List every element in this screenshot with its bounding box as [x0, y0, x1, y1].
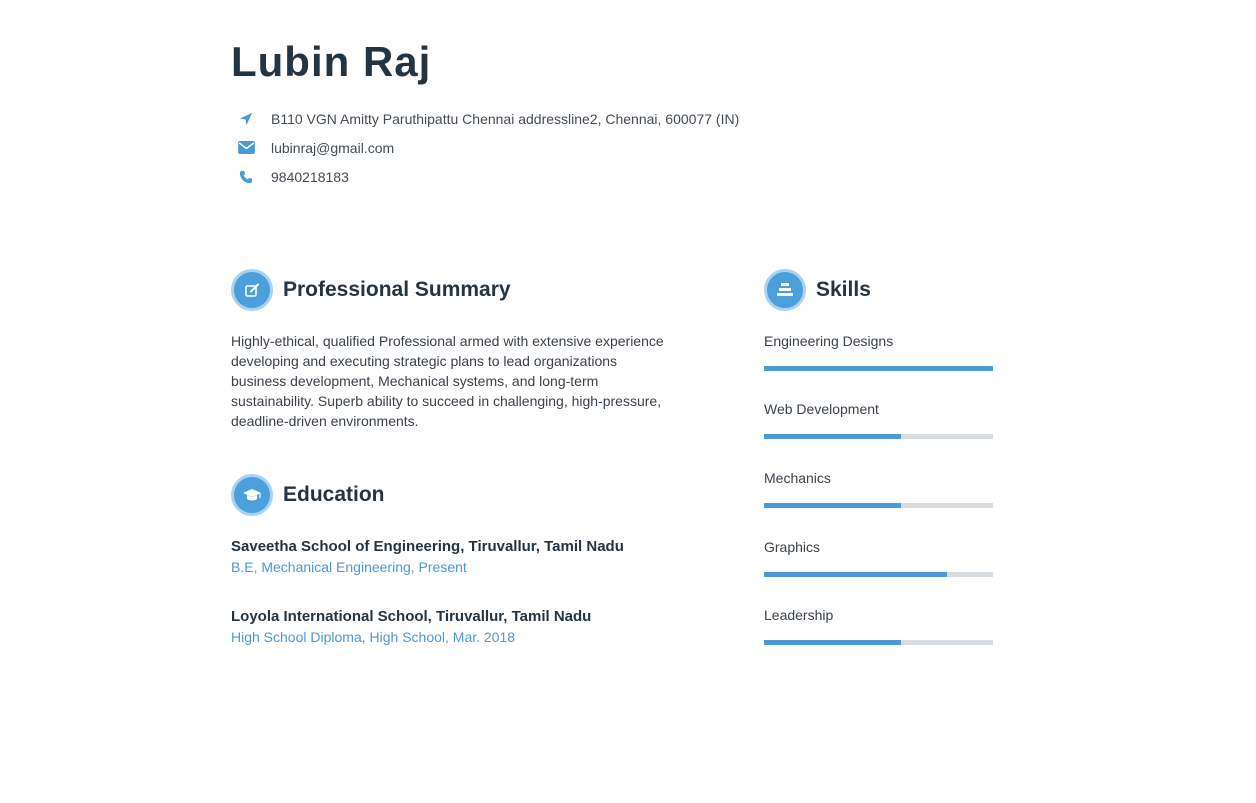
skill-bar-fill: [764, 640, 902, 645]
education-school: Loyola International School, Tiruvallur,…: [231, 608, 592, 625]
email-link[interactable]: lubinraj@gmail.com: [271, 140, 394, 156]
education-degree: B.E, Mechanical Engineering, Present: [231, 559, 467, 575]
skill-item: Web Development: [764, 401, 993, 439]
contact-email: lubinraj@gmail.com: [236, 133, 739, 162]
contact-phone: 9840218183: [236, 162, 739, 191]
skill-bar-fill: [764, 366, 993, 371]
education-title: Education: [283, 483, 385, 506]
skill-bar: [764, 572, 993, 577]
skill-item: Mechanics: [764, 470, 993, 508]
education-heading: Education: [231, 474, 385, 516]
edit-icon: [231, 269, 273, 311]
education-school: Saveetha School of Engineering, Tiruvall…: [231, 538, 624, 555]
summary-text: Highly-ethical, qualified Professional a…: [231, 333, 664, 429]
skill-bar: [764, 366, 993, 371]
skill-bar-fill: [764, 503, 902, 508]
address-text: B110 VGN Amitty Paruthipattu Chennai add…: [271, 110, 740, 127]
candidate-name: Lubin Raj: [231, 38, 432, 85]
skill-item: Engineering Designs: [764, 333, 993, 371]
skill-name: Graphics: [764, 539, 821, 555]
summary-heading: Professional Summary: [231, 269, 511, 311]
phone-icon: [236, 167, 256, 187]
skill-bar: [764, 640, 993, 645]
education-item: Saveetha School of Engineering, Tiruvall…: [231, 538, 624, 575]
envelope-icon: [236, 138, 256, 158]
skill-item: Leadership: [764, 607, 993, 645]
phone-text: 9840218183: [271, 168, 349, 185]
education-degree: High School Diploma, High School, Mar. 2…: [231, 629, 516, 645]
skill-name: Engineering Designs: [764, 333, 894, 349]
skill-bar-fill: [764, 434, 902, 439]
skill-bar: [764, 503, 993, 508]
skills-title: Skills: [816, 278, 871, 301]
education-item: Loyola International School, Tiruvallur,…: [231, 608, 591, 645]
resume-page: Lubin Raj B110 VGN Amitty Paruthipattu C…: [0, 0, 1256, 803]
skill-name: Mechanics: [764, 470, 831, 486]
contact-list: B110 VGN Amitty Paruthipattu Chennai add…: [236, 104, 739, 191]
skills-heading: Skills: [764, 269, 871, 311]
skills-bars-icon: [764, 269, 806, 311]
graduation-cap-icon: [231, 474, 273, 516]
skill-bar: [764, 434, 993, 439]
skill-bar-fill: [764, 572, 948, 577]
skill-name: Leadership: [764, 607, 834, 623]
summary-title: Professional Summary: [283, 278, 511, 301]
location-arrow-icon: [236, 109, 256, 129]
skill-name: Web Development: [764, 401, 879, 417]
contact-address: B110 VGN Amitty Paruthipattu Chennai add…: [236, 104, 739, 133]
skill-item: Graphics: [764, 539, 993, 577]
